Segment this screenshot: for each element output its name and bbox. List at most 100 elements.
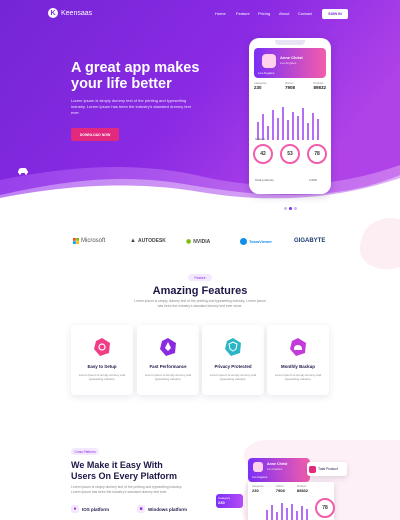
backup-icon <box>290 338 306 356</box>
settings-icon <box>94 338 110 356</box>
hero-background <box>0 0 400 199</box>
total-product-card: Total Product <box>307 462 347 476</box>
nvidia-logo-icon: ◉ <box>186 239 192 245</box>
progress-circles: 42 53 78 <box>253 144 327 164</box>
bar <box>317 119 319 140</box>
bar <box>302 108 304 140</box>
bar <box>272 110 274 140</box>
feature-card-backup[interactable]: Monthly Backup Lorem Ipsum is simply dum… <box>267 325 329 395</box>
stat-products: Products 89832 <box>297 485 308 493</box>
bar <box>282 107 284 140</box>
feature-pill: Feature <box>188 274 212 281</box>
feature-card-performance[interactable]: Fast Performance Lorem Ipsum is simply d… <box>137 325 199 395</box>
platform-title-line2: Users On Every Platform <box>71 471 178 481</box>
apple-icon: ● <box>71 505 79 513</box>
bar <box>291 504 293 520</box>
stat-products: Products 89832 <box>313 82 326 90</box>
bar <box>281 503 283 520</box>
brand-microsoft: Microsoft <box>73 238 105 244</box>
brand-name: NVIDIA <box>193 238 211 245</box>
stat-value: 7908 <box>285 85 296 90</box>
nav-item-about[interactable]: About <box>279 11 289 16</box>
profile-tag: Los Angeles <box>258 71 275 75</box>
mock-bar-graph <box>266 503 308 520</box>
navbar: K Keensaas Home Feature Pricing About Co… <box>0 8 400 22</box>
feature-card-privacy[interactable]: Privacy Protected Lorem Ipsum is simply … <box>202 325 264 395</box>
features-title: Amazing Features <box>152 285 248 297</box>
carousel-dot-active[interactable] <box>289 207 292 210</box>
shield-icon <box>225 338 241 356</box>
hero-title-line1: A great app makes <box>71 60 200 76</box>
progress-circle: 53 <box>280 144 300 164</box>
category-mini-card: Category 230 <box>216 494 243 508</box>
carousel-dot[interactable] <box>294 207 297 210</box>
feature-title: Privacy Protected <box>214 364 252 369</box>
features-subtitle: Lorem Ipsum is simply dummy text of the … <box>134 299 266 308</box>
brand-nvidia: ◉ NVIDIA <box>186 238 211 246</box>
stat-value: 89832 <box>313 85 326 90</box>
platform-item-windows: ■ Windows platform <box>137 505 187 513</box>
brand-teamviewer: TeamViewer <box>240 238 272 245</box>
platform-item-label: Windows platform <box>148 506 187 512</box>
logo-text: Keensaas <box>61 9 93 17</box>
hero-section: K Keensaas Home Feature Pricing About Co… <box>0 0 400 215</box>
feature-desc: Lorem Ipsum is simply dummy and typesett… <box>209 373 257 381</box>
platform-description: Lorem Ipsum is simply dummy text of the … <box>71 485 183 494</box>
mock-profile-card: Anne Christ Los Angeles Los Angeles <box>248 458 310 482</box>
bar <box>286 508 288 520</box>
hero-title-line2: your life better <box>71 76 172 92</box>
stat-visitors: Visitors 7908 <box>285 82 295 90</box>
feature-desc: Lorem Ipsum is simply dummy and typesett… <box>274 373 322 381</box>
avatar <box>262 54 276 68</box>
download-now-button[interactable]: DOWNLOAD NOW <box>71 128 119 141</box>
profile-location: Los Angeles <box>280 61 297 65</box>
bar <box>276 512 278 520</box>
rocket-icon <box>160 338 176 356</box>
carousel-dot[interactable] <box>284 207 287 210</box>
progress-circle: 78 <box>307 144 327 164</box>
platform-title-line1: We Make it Easy With <box>71 460 163 470</box>
stat-categories: Categories 230 <box>252 485 264 493</box>
platform-item-label: IOS platform <box>82 506 110 512</box>
bar <box>277 118 279 140</box>
nav-item-feature[interactable]: Feature <box>236 11 250 16</box>
cross-platform-pill: Cross Platform <box>71 448 99 455</box>
nav-item-pricing[interactable]: Pricing <box>258 11 270 16</box>
mock-profile-name: Anne Christ <box>267 462 288 466</box>
bar <box>292 112 294 140</box>
statistic-label: Statistic <box>255 137 266 141</box>
hero-title: A great app makes your life better <box>71 60 251 92</box>
platform-item-ios: ● IOS platform <box>71 505 109 513</box>
hero-description: Lorem Ipsum is simply dummy text of the … <box>71 98 191 115</box>
brand-gigabyte: GIGABYTE <box>294 238 325 244</box>
logo[interactable]: K Keensaas <box>48 8 92 18</box>
total-product-label: Total Product <box>318 467 338 471</box>
brand-name: AUTODESK <box>137 238 166 244</box>
stat-visitors: Visitors 7908 <box>276 485 285 493</box>
nav-item-contact[interactable]: Contact <box>298 11 312 16</box>
feature-title: Fast Performance <box>149 364 187 369</box>
bar <box>267 126 269 140</box>
feature-card-setup[interactable]: Easy to Setup Lorem Ipsum is simply dumm… <box>71 325 133 395</box>
nav-item-home[interactable]: Home <box>215 11 226 16</box>
bar-graph <box>257 107 319 140</box>
carousel-dots[interactable] <box>284 207 297 210</box>
profile-card: Anne Christ Los Angeles Los Angeles <box>254 48 326 78</box>
bar <box>307 123 309 140</box>
bar <box>301 506 303 520</box>
brand-autodesk: ▲ AUTODESK <box>130 238 166 244</box>
phone-mockup: Anne Christ Los Angeles Los Angeles Cate… <box>249 38 331 194</box>
stat-value: 89832 <box>296 488 308 493</box>
phone-notch <box>275 40 305 45</box>
autodesk-logo-icon: ▲ <box>130 238 136 244</box>
feature-desc: Lorem Ipsum is simply dummy and typesett… <box>144 373 192 381</box>
total-products-label: Total products <box>255 178 274 182</box>
microsoft-logo-icon <box>73 238 79 244</box>
progress-circle: 78 <box>315 498 335 518</box>
signin-button[interactable]: SIGN IN <box>322 9 348 19</box>
mock-profile-location: Los Angeles <box>267 467 283 471</box>
stat-categories: Categories 230 <box>254 82 267 90</box>
feature-desc: Lorem Ipsum is simply dummy and typesett… <box>78 373 126 381</box>
total-products-value: 2,098 <box>309 178 317 182</box>
stat-value: 230 <box>254 85 262 90</box>
